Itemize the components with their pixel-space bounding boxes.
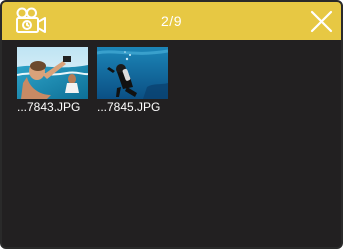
top-bar: 2/9 <box>2 2 341 40</box>
file-item[interactable]: ...7845.JPG <box>97 47 170 114</box>
photo-thumbnail-diver <box>97 47 168 99</box>
file-counter: 2/9 <box>161 13 182 29</box>
file-name: ...7843.JPG <box>17 100 81 114</box>
file-name: ...7845.JPG <box>97 100 161 114</box>
photo-thumbnail-selfie <box>17 47 88 99</box>
file-item[interactable]: ...7843.JPG <box>17 47 90 114</box>
camera-playback-screen: 2/9 ...7843.JPG ...7845.JPG <box>0 0 343 249</box>
close-icon[interactable] <box>310 10 333 33</box>
